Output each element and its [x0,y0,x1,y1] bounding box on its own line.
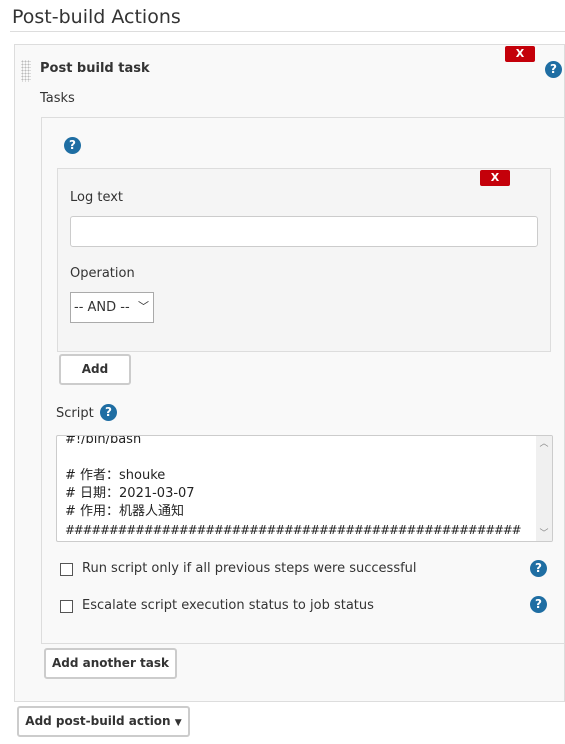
log-text-label: Log text [70,190,124,205]
add-button[interactable]: Add [59,354,131,385]
script-line: # 作用：机器人通知 [65,504,185,519]
operation-label: Operation [70,266,135,281]
help-icon[interactable]: ? [100,404,117,421]
help-icon[interactable]: ? [545,61,562,78]
tasks-label: Tasks [40,91,75,106]
chevron-down-icon: ﹀ [138,300,149,313]
run-if-successful-label: Run script only if all previous steps we… [82,561,417,576]
script-line: # 日期：2021-03-07 [65,486,195,501]
help-icon[interactable]: ? [530,560,547,577]
help-icon[interactable]: ? [530,596,547,613]
section-title: Post-build Actions [12,6,181,28]
escalate-status-label: Escalate script execution status to job … [82,598,374,613]
script-line: #!/bin/bash [65,435,142,447]
run-if-successful-checkbox[interactable] [60,563,73,576]
help-icon[interactable]: ? [64,137,81,154]
divider [10,31,565,32]
scrollbar[interactable]: ︿ ﹀ [536,436,552,541]
delete-post-build-task-button[interactable]: X [505,46,535,62]
panel-title: Post build task [40,61,150,76]
caret-down-icon: ▼ [174,718,182,728]
log-text-input[interactable] [70,216,538,247]
escalate-status-checkbox[interactable] [60,600,73,613]
log-text-panel [57,168,551,352]
add-post-build-action-label: Add post-build action [25,714,171,728]
add-post-build-action-button[interactable]: Add post-build action ▼ [17,706,190,737]
add-another-task-button[interactable]: Add another task [44,648,177,679]
script-textarea[interactable]: #!/bin/bash # 作者：shouke # 日期：2021-03-07 … [56,435,553,542]
operation-select[interactable]: -- AND -- ﹀ [70,292,154,323]
delete-log-text-button[interactable]: X [480,170,510,186]
script-line: # 作者：shouke [65,468,166,483]
script-line: ########################################… [65,523,522,537]
drag-handle[interactable] [21,60,31,82]
script-label: Script [56,406,94,421]
operation-value: -- AND -- [74,300,130,315]
